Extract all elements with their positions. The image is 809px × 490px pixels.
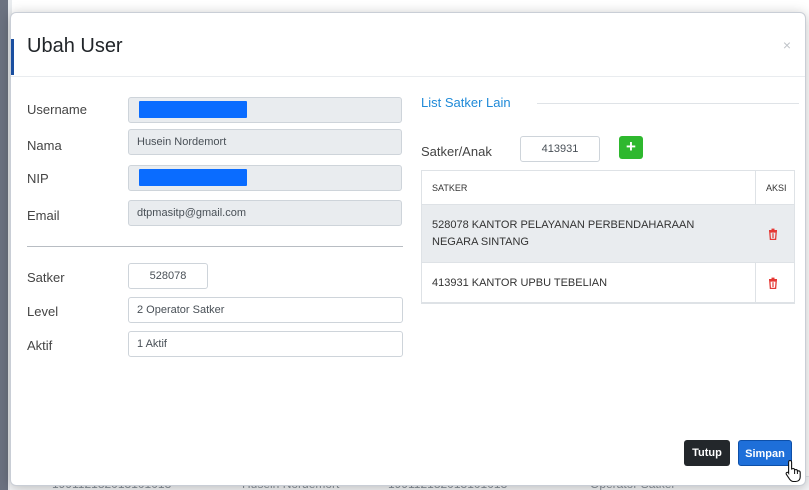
nama-field[interactable]: Husein Nordemort xyxy=(128,129,402,155)
satker-anak-label: Satker/Anak xyxy=(421,144,492,159)
tutup-button[interactable]: Tutup xyxy=(684,440,730,466)
satker-cell: 413931 KANTOR UPBU TEBELIAN xyxy=(432,277,608,289)
satker-table: SATKER AKSI 528078 KANTOR PELAYANAN PERB… xyxy=(421,170,795,304)
trash-icon[interactable] xyxy=(768,276,778,294)
hand-cursor-icon xyxy=(784,459,804,485)
satker-label: Satker xyxy=(27,270,65,285)
username-label: Username xyxy=(27,102,87,117)
column-header-aksi: AKSI xyxy=(766,183,787,193)
edit-user-modal: Ubah User × Username Nama Husein Nordemo… xyxy=(10,12,806,486)
satker-lain-legend: List Satker Lain xyxy=(421,95,511,110)
level-select[interactable]: 2 Operator Satker xyxy=(128,297,403,323)
form-divider xyxy=(27,246,403,247)
table-header: SATKER AKSI xyxy=(422,171,794,205)
close-icon[interactable]: × xyxy=(783,37,791,53)
nip-field[interactable] xyxy=(128,165,402,191)
plus-icon[interactable]: + xyxy=(619,136,643,159)
modal-header: Ubah User × xyxy=(11,13,805,77)
email-field[interactable]: dtpmasitp@gmail.com xyxy=(128,200,402,226)
email-label: Email xyxy=(27,208,60,223)
satker-cell: 528078 KANTOR PELAYANAN PERBENDAHARAAN N… xyxy=(432,219,695,248)
aktif-select[interactable]: 1 Aktif xyxy=(128,331,403,357)
table-row: 528078 KANTOR PELAYANAN PERBENDAHARAAN N… xyxy=(422,205,794,263)
level-label: Level xyxy=(27,304,59,319)
username-field[interactable] xyxy=(128,97,402,123)
redacted-value xyxy=(139,169,247,186)
table-row: 413931 KANTOR UPBU TEBELIAN xyxy=(422,263,794,303)
satker-anak-field[interactable]: 413931 xyxy=(520,136,600,162)
modal-title: Ubah User xyxy=(27,35,123,57)
redacted-value xyxy=(139,101,247,118)
nip-label: NIP xyxy=(27,171,49,186)
nama-label: Nama xyxy=(27,138,62,153)
aktif-label: Aktif xyxy=(27,338,53,353)
trash-icon[interactable] xyxy=(768,227,778,245)
column-header-satker: SATKER xyxy=(432,183,468,193)
legend-line xyxy=(537,103,799,104)
header-accent xyxy=(11,39,14,75)
satker-field[interactable]: 528078 xyxy=(128,263,208,289)
page-edge xyxy=(0,0,8,490)
